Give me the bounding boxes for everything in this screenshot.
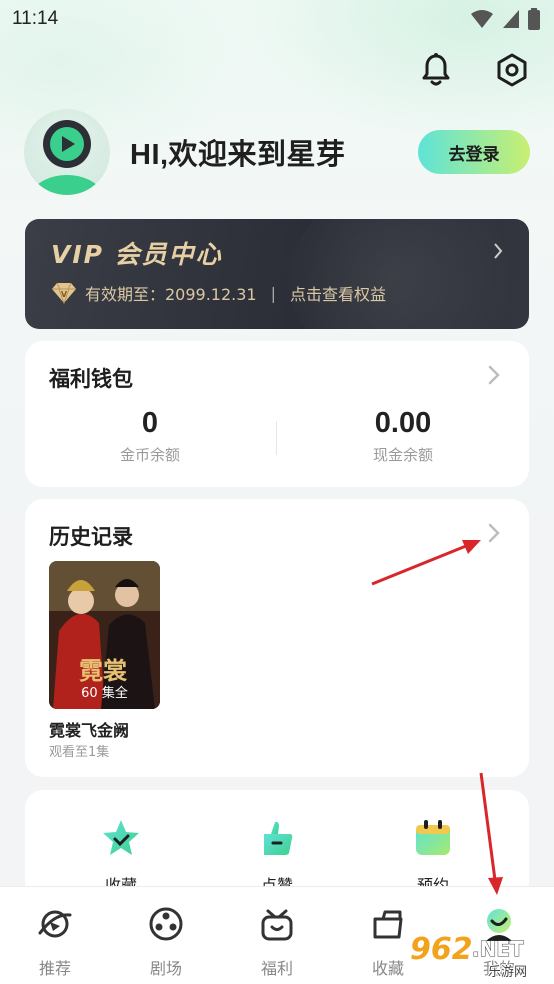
watermark-sub: 乐游网 — [488, 965, 527, 980]
greeting-text: HI,欢迎来到星芽 — [130, 139, 346, 171]
star-icon — [103, 820, 139, 855]
battery-icon — [528, 8, 540, 30]
vip-separator: | — [270, 283, 277, 303]
signal-icon — [503, 10, 519, 28]
quick-likes[interactable]: 点赞 — [232, 818, 322, 896]
status-icons — [470, 8, 540, 30]
history-poster[interactable]: 霓裳 60 集全 — [49, 561, 160, 709]
default-avatar-icon — [30, 120, 104, 195]
top-actions — [420, 52, 528, 88]
calendar-icon — [416, 820, 450, 855]
wallet-title: 福利钱包 — [49, 367, 133, 391]
site-watermark-logo: 962 .NET 乐游网 — [409, 931, 528, 980]
film-reel-icon — [149, 907, 183, 941]
wifi-icon — [471, 10, 493, 28]
bell-icon — [422, 53, 450, 86]
tab-theater[interactable]: 剧场 — [131, 905, 201, 979]
tab-theater-label: 剧场 — [149, 959, 182, 978]
settings-icon — [497, 53, 527, 87]
avatar[interactable] — [24, 109, 110, 195]
coins-label: 金币余额 — [119, 446, 180, 464]
welfare-wallet-card[interactable]: 福利钱包 0 金币余额 0.00 现金余额 — [25, 341, 529, 487]
watermark-brand: 962 — [410, 932, 473, 967]
chevron-right-icon — [488, 365, 500, 385]
poster-episodes: 60 集全 — [81, 686, 128, 701]
planet-icon — [38, 910, 72, 938]
login-button[interactable]: 去登录 — [418, 130, 530, 174]
history-title: 历史记录 — [49, 525, 133, 549]
vip-benefits-link[interactable]: 点击查看权益 — [290, 281, 386, 305]
history-item-name[interactable]: 霓裳飞金阙 — [49, 717, 129, 741]
profile-row: HI,欢迎来到星芽 去登录 — [24, 108, 530, 196]
tab-recommend[interactable]: 推荐 — [20, 905, 90, 979]
vip-title: VIP 会员中心 — [51, 240, 223, 269]
thumbs-up-icon — [264, 821, 293, 855]
quick-reservations[interactable]: 预约 — [388, 818, 478, 896]
history-item-progress: 观看至1集 — [49, 745, 110, 760]
chevron-right-icon[interactable] — [487, 521, 501, 545]
cash-label: 现金余额 — [372, 446, 433, 464]
gift-icon — [261, 909, 293, 941]
svg-text:V: V — [61, 290, 68, 299]
watermark-suffix: .NET — [472, 937, 524, 961]
notification-button[interactable] — [420, 52, 452, 88]
vip-card-decoration — [289, 219, 529, 329]
wallet-divider — [276, 421, 277, 455]
chevron-right-icon — [493, 241, 503, 265]
vip-subline: V 有效期至：2099.12.31 | 点击查看权益 — [51, 281, 386, 305]
quick-actions-card: 收藏 点赞 预约 — [25, 790, 529, 900]
coins-value: 0 — [141, 407, 159, 439]
tab-welfare[interactable]: 福利 — [242, 905, 312, 979]
tab-recommend-label: 推荐 — [38, 959, 71, 978]
diamond-icon: V — [52, 282, 76, 304]
vip-member-center-card[interactable]: VIP 会员中心 V 有效期至：2099.12.31 | 点击查看权益 — [25, 219, 529, 329]
poster-title-art: 霓裳 — [79, 656, 128, 685]
folder-icon — [373, 910, 403, 939]
cash-balance[interactable]: 0.00 现金余额 — [303, 407, 503, 465]
coins-balance[interactable]: 0 金币余额 — [50, 407, 250, 465]
history-card: 历史记录 霓裳 60 集全 霓裳飞金阙 观看至1集 — [25, 499, 529, 777]
status-time: 11:14 — [12, 8, 59, 29]
vip-validity: 有效期至：2099.12.31 — [85, 285, 257, 304]
quick-favorites[interactable]: 收藏 — [76, 818, 166, 896]
status-bar: 11:14 — [0, 0, 554, 38]
settings-button[interactable] — [496, 52, 528, 88]
cash-value: 0.00 — [374, 407, 432, 439]
tab-welfare-label: 福利 — [260, 959, 293, 978]
